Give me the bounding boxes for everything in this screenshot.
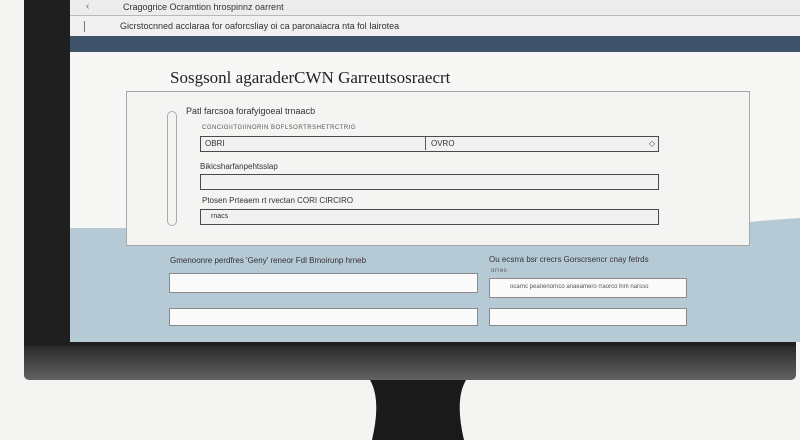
chevron-icon[interactable]: ‹ xyxy=(86,0,89,14)
row2-input[interactable] xyxy=(200,174,659,190)
lower-left-label: Gmenoonre perdfres 'Geny' reneor Fdl Bmo… xyxy=(170,256,367,265)
lower-right-input-1[interactable]: ocarnc peanenornco anaeamero rraorco lnm… xyxy=(489,278,687,298)
form-card: Patl farcsoa forafyigoeal trnaacb CGNCIG… xyxy=(126,91,750,246)
field-divider xyxy=(425,137,426,150)
cursor-icon xyxy=(84,21,85,32)
lower-right-input-2[interactable] xyxy=(489,308,687,326)
row3-value: rnacs xyxy=(211,213,229,220)
row2-label: Bikicsharfanpehtsslap xyxy=(200,162,278,171)
row1-input[interactable]: OBRI OVRO ◇ xyxy=(200,136,659,152)
row1-right-value: OVRO xyxy=(431,139,455,148)
lower-left-input-1[interactable] xyxy=(169,273,478,293)
address-text[interactable]: Gicrstocnned acclaraa for oaforcsliay oi… xyxy=(120,16,399,36)
row1-left-value: OBRI xyxy=(205,139,225,148)
lower-right-value: ocarnc peanenornco anaeamero rraorco lnm… xyxy=(510,284,649,290)
screen: ‹ Cragogrice Ocramtion hrospinnz oarrent… xyxy=(70,0,800,342)
row3-input[interactable]: rnacs xyxy=(200,209,659,225)
browser-tab-bar: ‹ Cragogrice Ocramtion hrospinnz oarrent xyxy=(70,0,800,16)
section-label: Patl farcsoa forafyigoeal trnaacb xyxy=(186,106,316,116)
row1-sublabel: CGNCIGIITGIINORIN BOFLSORTRSHETRCTRIG xyxy=(202,125,357,131)
lower-left-input-2[interactable] xyxy=(169,308,478,326)
address-bar[interactable]: Gicrstocnned acclaraa for oaforcsliay oi… xyxy=(70,16,800,36)
lower-right-label: Ou ecsrra bsr crecrs Gorscrsencr cnay fe… xyxy=(489,255,649,264)
page-title: Sosgsonl agaraderCWN Garreutsosraecrt xyxy=(170,68,451,87)
lower-right-sublabel: orres xyxy=(491,268,508,274)
row3-label: Ptosen Prteaem rt rvectan CORI CIRCIRO xyxy=(202,196,354,205)
side-rail xyxy=(167,111,177,226)
nav-band xyxy=(70,36,800,52)
dropdown-icon[interactable]: ◇ xyxy=(649,137,655,150)
browser-tab-title[interactable]: Cragogrice Ocramtion hrospinnz oarrent xyxy=(123,0,284,14)
monitor-stand xyxy=(370,380,466,440)
monitor-frame: ‹ Cragogrice Ocramtion hrospinnz oarrent… xyxy=(24,0,800,362)
monitor-bezel xyxy=(24,346,796,380)
